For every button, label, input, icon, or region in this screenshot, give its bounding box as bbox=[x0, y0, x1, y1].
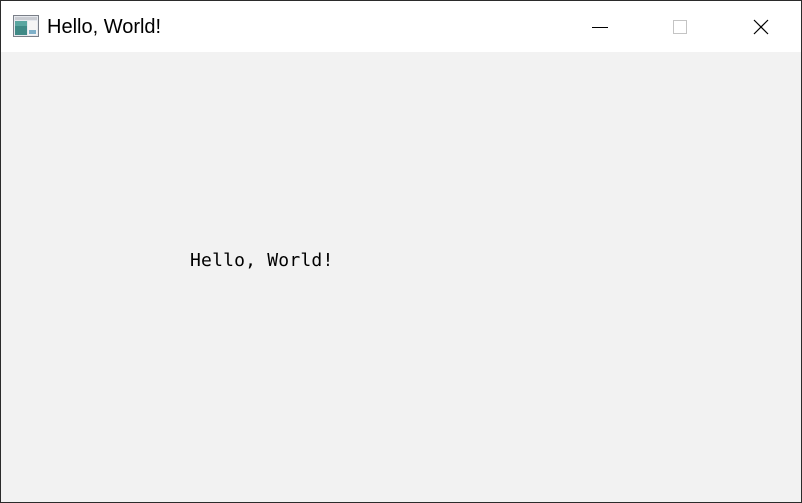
window-title: Hello, World! bbox=[47, 16, 162, 38]
maximize-button[interactable] bbox=[640, 1, 720, 52]
close-button[interactable] bbox=[721, 1, 801, 52]
close-icon bbox=[753, 19, 769, 35]
minimize-button[interactable] bbox=[560, 1, 640, 52]
title-bar[interactable]: Hello, World! bbox=[1, 1, 801, 52]
app-window-icon bbox=[13, 15, 39, 37]
hello-label: Hello, World! bbox=[190, 250, 334, 271]
maximize-icon bbox=[673, 20, 687, 34]
client-area: Hello, World! bbox=[1, 52, 801, 502]
minimize-icon bbox=[592, 27, 608, 28]
app-window: Hello, World! Hello, World! bbox=[0, 0, 802, 503]
